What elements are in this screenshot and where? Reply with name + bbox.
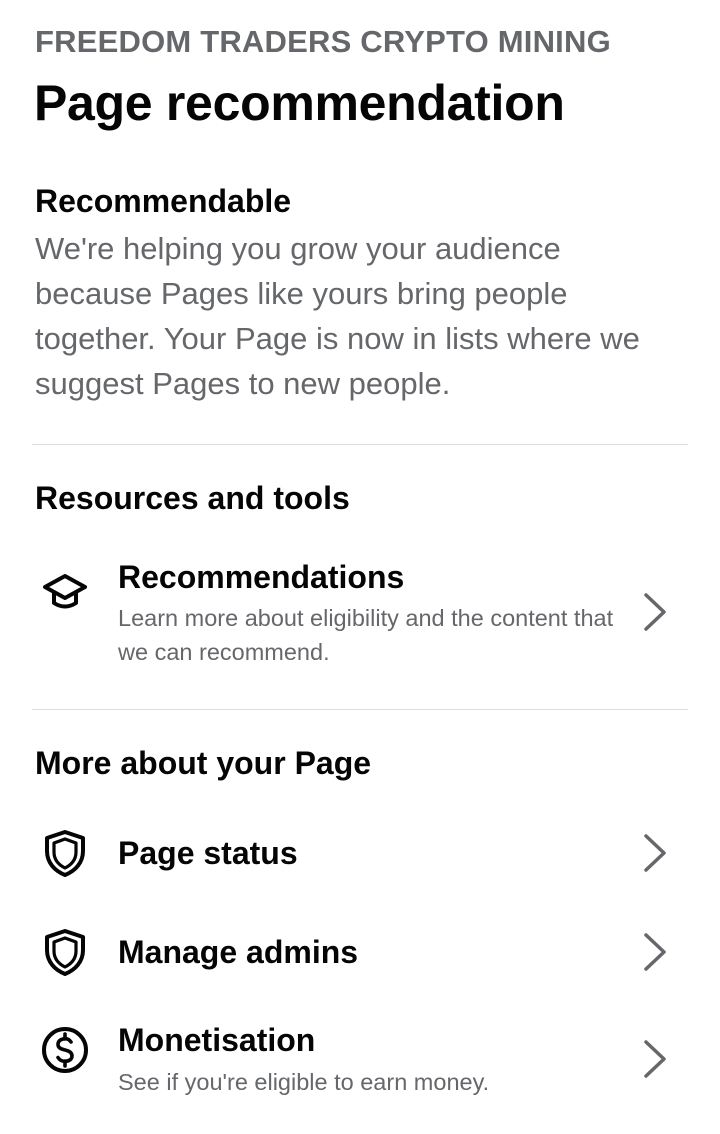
manage-admins-row[interactable]: Manage admins [0,910,720,1000]
monetisation-row[interactable]: Monetisation See if you're eligible to e… [0,1012,720,1122]
page-title: Page recommendation [34,75,565,131]
chevron-right-icon [640,1037,670,1081]
page-status-title: Page status [118,835,298,871]
divider [32,444,688,445]
resources-heading: Resources and tools [35,480,350,516]
dollar-circle-icon [40,1025,90,1075]
monetisation-subtitle: See if you're eligible to earn money. [118,1069,490,1095]
recommendations-row[interactable]: Recommendations Learn more about eligibi… [0,545,720,685]
divider [32,709,688,710]
page-recommendation-screen: FREEDOM TRADERS CRYPTO MINING Page recom… [0,0,720,1134]
status-heading: Recommendable [35,183,292,219]
graduation-cap-icon [40,565,90,615]
monetisation-title: Monetisation [118,1022,316,1058]
chevron-right-icon [640,590,670,634]
chevron-right-icon [640,930,670,974]
recommendations-subtitle: Learn more about eligibility and the con… [118,605,614,665]
chevron-right-icon [640,831,670,875]
status-description: We're helping you grow your audience bec… [35,231,640,401]
shield-icon [40,828,90,878]
shield-icon [40,927,90,977]
more-heading: More about your Page [35,745,372,781]
page-name: FREEDOM TRADERS CRYPTO MINING [35,24,611,59]
page-status-row[interactable]: Page status [0,810,720,900]
manage-admins-title: Manage admins [118,934,359,970]
recommendations-title: Recommendations [118,559,405,595]
